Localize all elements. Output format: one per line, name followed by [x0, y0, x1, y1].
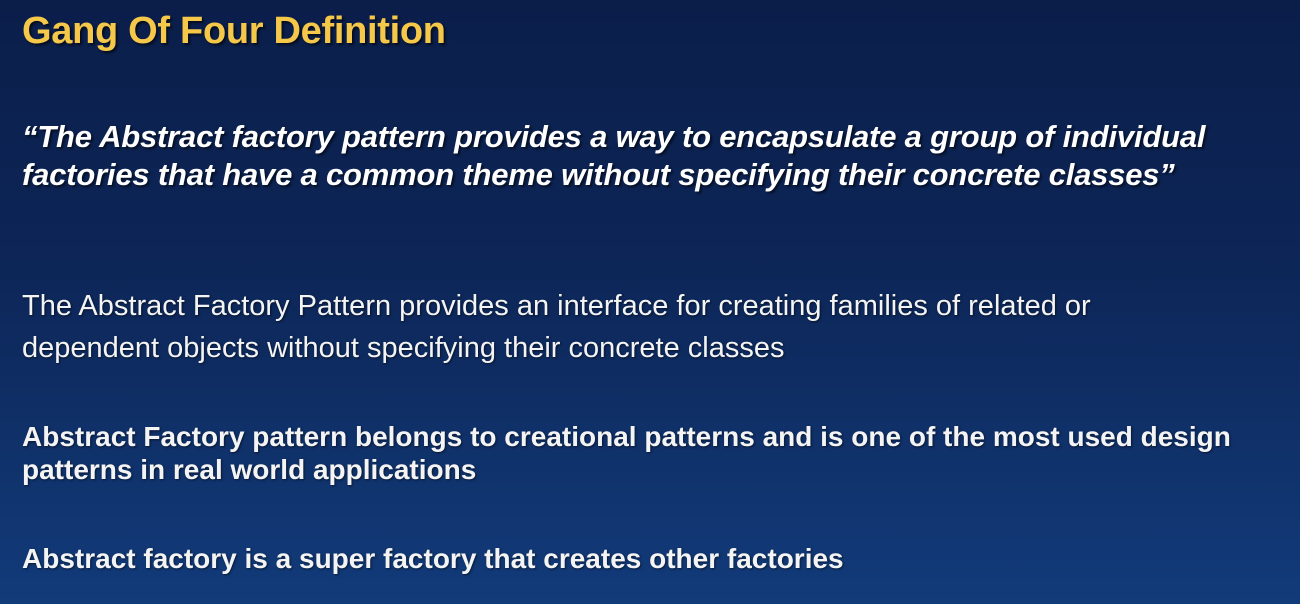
definition-paragraph: The Abstract Factory Pattern provides an…	[22, 290, 1091, 364]
slide-title: Gang Of Four Definition	[22, 10, 446, 52]
slide: Gang Of Four Definition “The Abstract fa…	[0, 0, 1300, 604]
gof-definition-quote: “The Abstract factory pattern provides a…	[22, 119, 1206, 192]
super-factory-paragraph: Abstract factory is a super factory that…	[22, 543, 844, 574]
creational-pattern-paragraph: Abstract Factory pattern belongs to crea…	[22, 421, 1231, 485]
